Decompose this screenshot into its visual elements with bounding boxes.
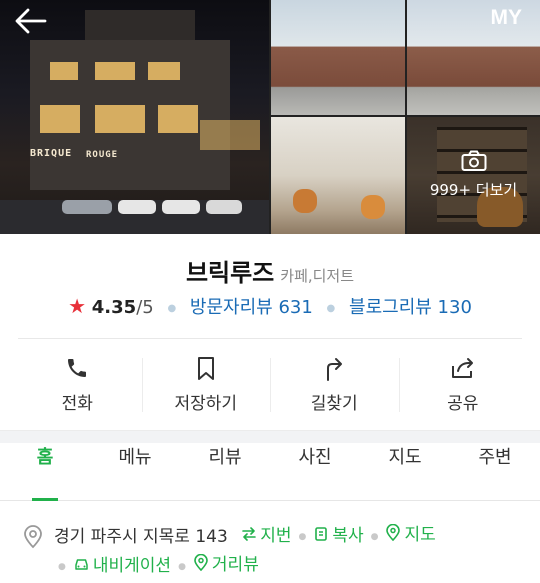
directions-icon: [327, 358, 343, 381]
storefront-sign-second: ROUGE: [86, 150, 119, 160]
window-light: [200, 120, 260, 150]
main-photo[interactable]: BRIQUE ROUGE: [0, 0, 269, 234]
share-icon: [451, 358, 473, 378]
window-light: [158, 105, 198, 133]
arrow-left-icon: [15, 8, 47, 34]
location-pin-icon: [24, 524, 42, 548]
map-label: 지도: [404, 525, 436, 545]
swap-arrows-icon: [242, 526, 256, 541]
tab-nearby[interactable]: 주변: [450, 443, 540, 500]
share-button[interactable]: 공유: [398, 340, 528, 428]
separator-dot: ●: [58, 561, 66, 572]
car: [162, 200, 200, 214]
navigation-label: 내비게이션: [92, 556, 172, 576]
address-row: 경기 파주시 지목로 143 지번 ● 복사 ● 지도: [22, 520, 436, 549]
window-light: [148, 62, 180, 80]
more-photos-button[interactable]: 999+ 더보기: [407, 117, 540, 234]
separator-dot: ●: [298, 531, 307, 542]
save-label: 저장하기: [174, 394, 238, 414]
tab-home[interactable]: 홈: [0, 443, 90, 500]
street-view-link[interactable]: 거리뷰: [193, 550, 259, 575]
camera-icon: [461, 150, 487, 171]
back-button[interactable]: [14, 8, 48, 34]
storefront-sign: BRIQUE: [30, 148, 73, 159]
window-light: [95, 62, 135, 80]
road-toggle-label: 지번: [260, 526, 292, 546]
tab-bar: 홈 메뉴 리뷰 사진 지도 주변: [0, 443, 540, 501]
place-category: 카페,디저트: [280, 267, 355, 285]
address-text: 경기 파주시 지목로 143: [54, 526, 228, 547]
copy-label: 복사: [332, 526, 364, 546]
photo-interior[interactable]: [271, 117, 405, 234]
directions-button[interactable]: 길찾기: [270, 340, 399, 428]
star-icon: ★: [68, 294, 87, 318]
tab-reviews[interactable]: 리뷰: [180, 443, 270, 500]
divider: [18, 338, 522, 339]
rating-max: /5: [136, 297, 154, 318]
street-view-label: 거리뷰: [211, 555, 259, 575]
copy-link[interactable]: 복사: [313, 521, 364, 546]
phone-icon: [68, 359, 87, 377]
directions-label: 길찾기: [310, 394, 358, 414]
road-toggle-link[interactable]: 지번: [241, 521, 291, 546]
visitor-reviews-link[interactable]: 방문자리뷰 631: [190, 297, 313, 318]
share-label: 공유: [447, 394, 479, 414]
tab-menu[interactable]: 메뉴: [90, 443, 180, 500]
call-button[interactable]: 전화: [13, 340, 142, 428]
street-view-pin-icon: [194, 553, 208, 571]
car: [206, 200, 242, 214]
tab-photos[interactable]: 사진: [270, 443, 360, 500]
call-label: 전화: [61, 394, 93, 414]
place-title-row: 브릭루즈 카페,디저트: [0, 253, 540, 288]
copy-icon: [315, 526, 328, 541]
chair-shape: [361, 195, 385, 219]
separator-dot: ●: [178, 561, 186, 572]
map-pin-icon: [386, 523, 401, 541]
save-button[interactable]: 저장하기: [141, 340, 271, 428]
car: [118, 200, 156, 214]
blog-reviews-link[interactable]: 블로그리뷰 130: [349, 297, 472, 318]
car-icon: [75, 558, 88, 570]
window-light: [50, 62, 78, 80]
photo-gallery: BRIQUE ROUGE 999+ 더보기 MY: [0, 0, 540, 234]
window-light: [95, 105, 145, 133]
separator-dot: ●: [167, 302, 177, 314]
more-photos-label: 999+ 더보기: [429, 181, 518, 199]
photo-exterior-1[interactable]: [271, 0, 405, 115]
address-row-2: ● 내비게이션 ● 거리뷰: [58, 550, 259, 577]
chair-shape: [293, 189, 317, 213]
map-link[interactable]: 지도: [385, 520, 436, 545]
rating-value: 4.35: [91, 297, 137, 318]
tab-map[interactable]: 지도: [360, 443, 450, 500]
window-light: [40, 105, 80, 133]
car: [62, 200, 112, 214]
place-name: 브릭루즈: [185, 259, 275, 287]
separator-dot: ●: [326, 302, 336, 314]
bookmark-icon: [197, 357, 214, 380]
section-gap: [0, 430, 540, 443]
navigation-link[interactable]: 내비게이션: [73, 551, 171, 576]
rating-row: ★ 4.35/5 ● 방문자리뷰 631 ● 블로그리뷰 130: [0, 293, 540, 319]
action-bar: 전화 저장하기 길찾기 공유: [13, 340, 527, 428]
my-button[interactable]: MY: [491, 6, 523, 30]
separator-dot: ●: [370, 531, 379, 542]
